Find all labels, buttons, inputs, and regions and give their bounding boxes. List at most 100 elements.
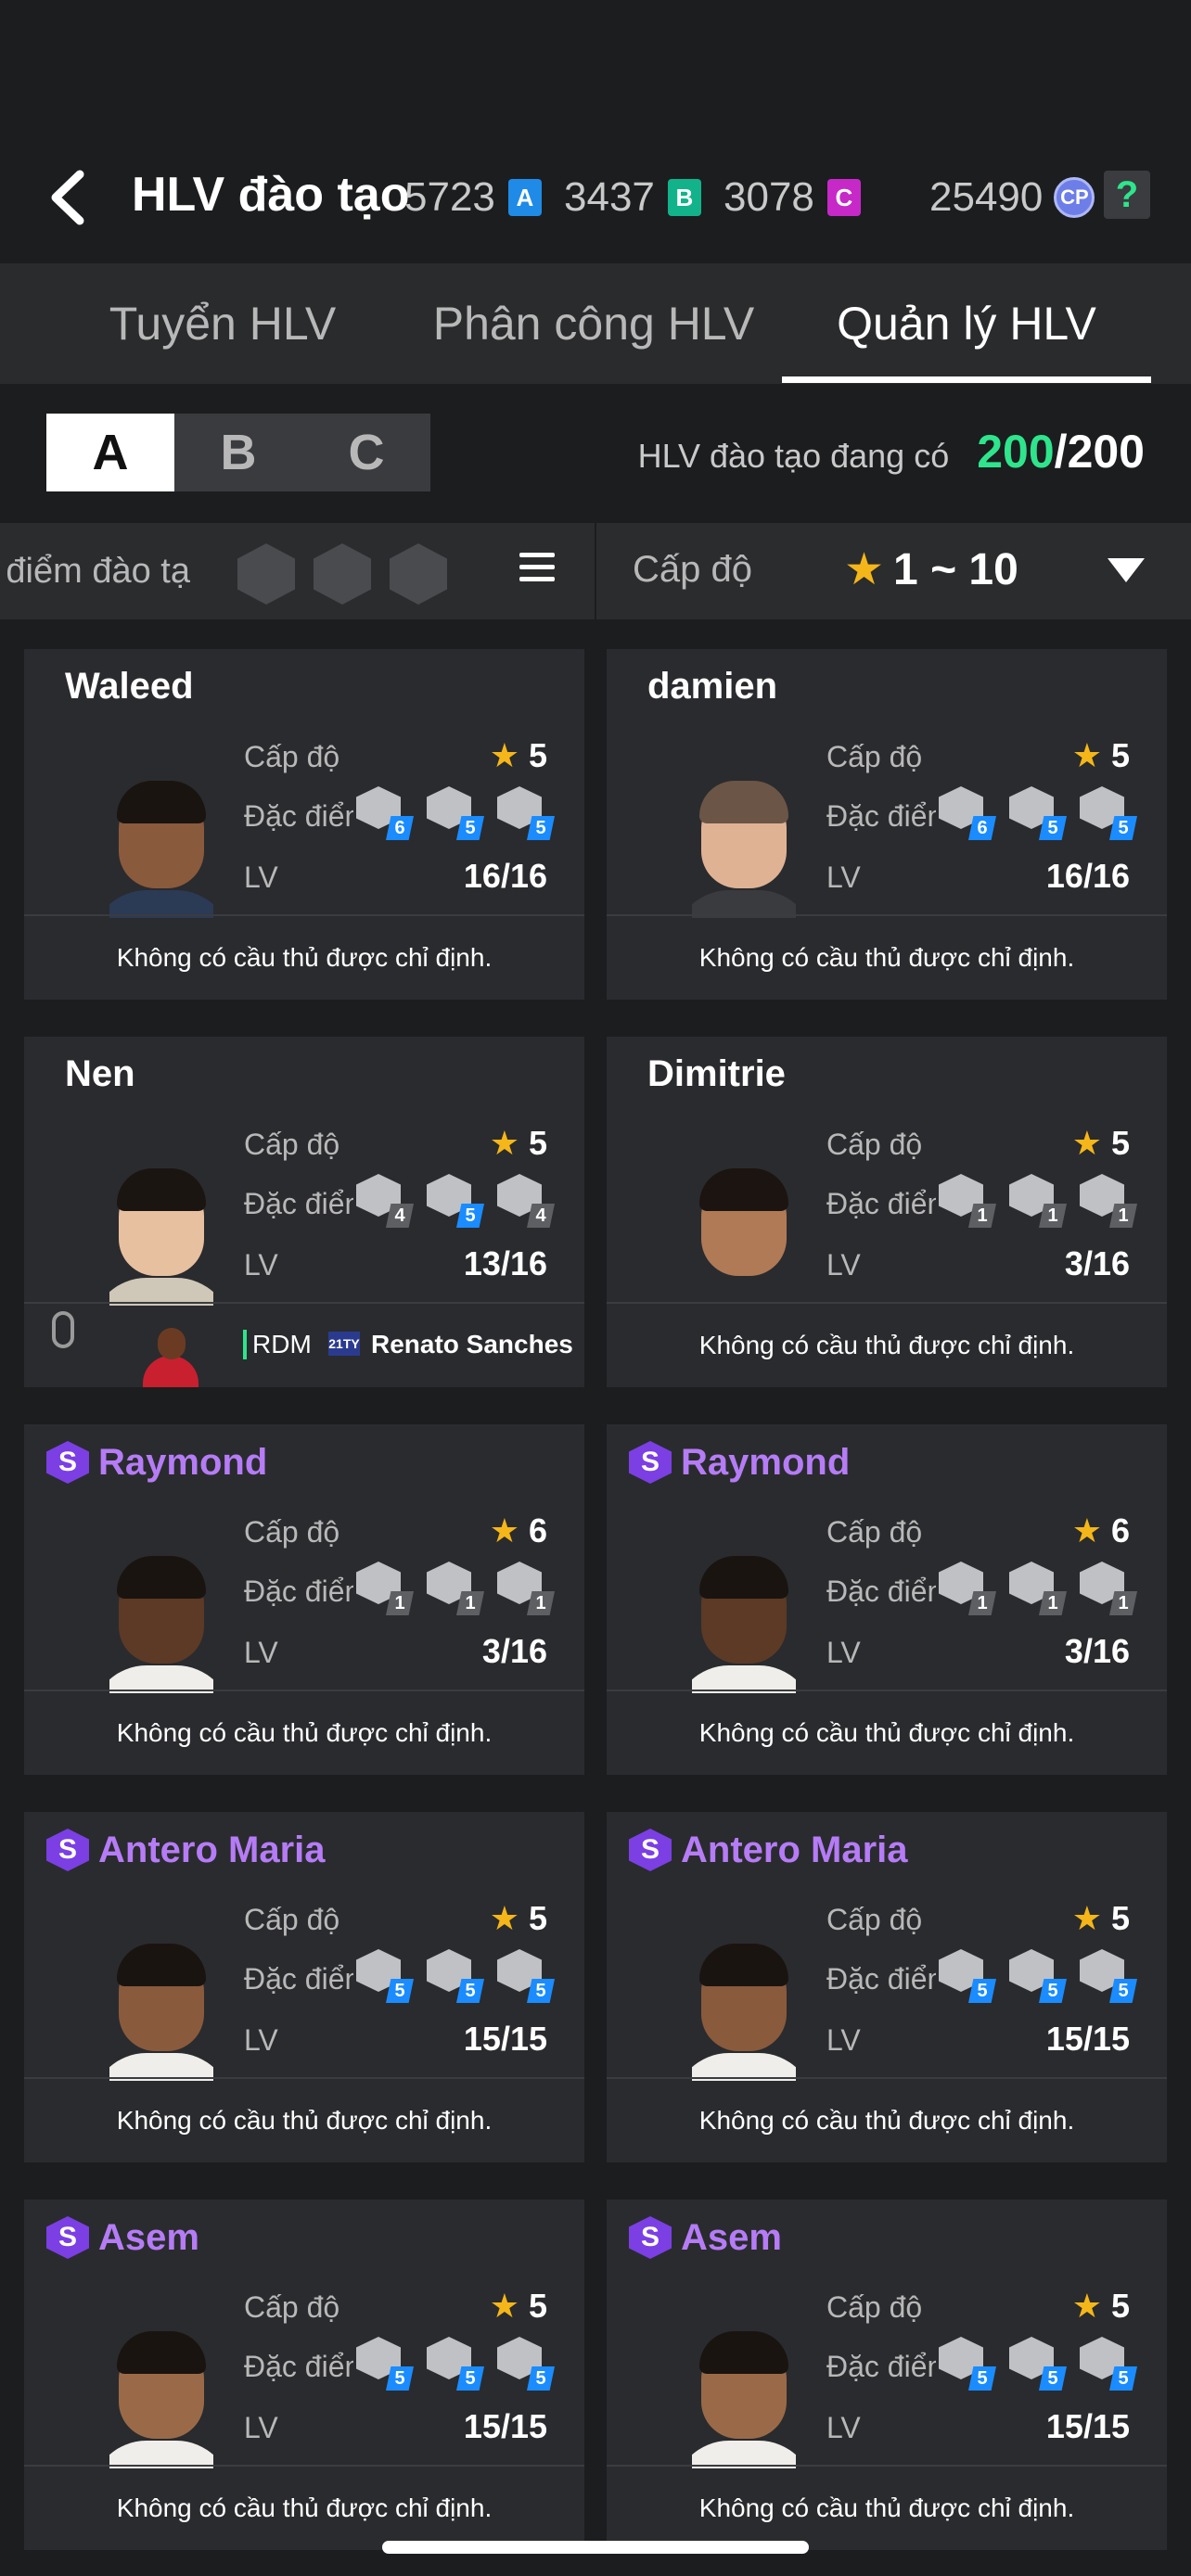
coach-lv: 3/16	[1064, 1632, 1130, 1670]
player-position: RDM	[243, 1330, 312, 1359]
special-coach-badge-icon: S	[629, 1829, 672, 1871]
trait-icon: 5	[1009, 1949, 1067, 2003]
coach-card[interactable]: SRaymond Cấp độ ★ 6 Đặc điểm 1 1 1 LV 3/…	[607, 1424, 1167, 1775]
level-label: Cấp độ	[244, 1128, 340, 1161]
currency-a-icon: A	[507, 179, 542, 216]
trait-icon: 1	[497, 1562, 555, 1615]
level-label: Cấp độ	[826, 1515, 923, 1549]
coach-card[interactable]: Waleed Cấp độ ★ 5 Đặc điểm 6 5 5 LV 16/1…	[24, 649, 584, 1000]
tab-assign-coach[interactable]: Phân công HLV	[417, 263, 770, 384]
special-coach-badge-icon: S	[46, 2216, 89, 2259]
coach-avatar	[692, 1552, 796, 1693]
group-b-button[interactable]: B	[174, 414, 302, 491]
trait-icon: 1	[939, 1562, 996, 1615]
trait-label: Đặc điểm	[244, 1575, 353, 1608]
coach-stars: ★ 5	[1072, 736, 1130, 775]
coach-lv: 13/16	[463, 1244, 547, 1282]
coach-star-value: 5	[1110, 1899, 1130, 1937]
capacity-separator: /	[1054, 426, 1068, 478]
back-button[interactable]	[37, 165, 102, 230]
trait-icons: 4 5 4	[356, 1174, 555, 1228]
trait-filter-slot-2[interactable]	[314, 543, 371, 605]
filter-bar: điểm đào tạ Cấp độ ★ 1 ~ 10	[0, 523, 1191, 619]
lv-label: LV	[244, 2023, 278, 2057]
trait-label: Đặc điểm	[244, 2350, 353, 2383]
coach-name-text: Dimitrie	[647, 1053, 786, 1094]
coach-card[interactable]: Dimitrie Cấp độ ★ 5 Đặc điểm 1 1 1 LV 3/…	[607, 1037, 1167, 1387]
no-player-text: Không có cầu thủ được chỉ định.	[698, 2106, 1075, 2135]
level-range[interactable]: ★ 1 ~ 10	[844, 543, 1018, 595]
currency-a-amount: 5723	[404, 174, 495, 220]
tab-manage-coach[interactable]: Quản lý HLV	[782, 263, 1151, 384]
menu-icon[interactable]	[519, 553, 555, 590]
trait-label: Đặc điểm	[826, 1575, 936, 1608]
star-icon: ★	[489, 2287, 519, 2325]
dropdown-arrow-icon[interactable]	[1108, 558, 1145, 582]
trait-icon: 5	[427, 2337, 484, 2391]
cp-amount: 25490	[929, 174, 1044, 220]
trait-icon: 1	[356, 1562, 414, 1615]
player-name: Renato Sanches	[371, 1330, 573, 1358]
trait-icon: 5	[427, 1949, 484, 2003]
tab-recruit-coach[interactable]: Tuyển HLV	[46, 263, 399, 384]
coach-name-text: Asem	[681, 2216, 782, 2258]
group-c-button[interactable]: C	[302, 414, 430, 491]
coach-card[interactable]: SRaymond Cấp độ ★ 6 Đặc điểm 1 1 1 LV 3/…	[24, 1424, 584, 1775]
coach-name: Dimitrie	[647, 1053, 786, 1095]
trait-icons: 5 5 5	[356, 2337, 555, 2391]
coach-avatar	[692, 2327, 796, 2468]
no-player-text: Không có cầu thủ được chỉ định.	[116, 943, 493, 972]
star-icon: ★	[1071, 1124, 1102, 1162]
level-filter-label: Cấp độ	[633, 549, 752, 590]
coach-avatar	[109, 1165, 213, 1306]
lv-label: LV	[826, 2023, 861, 2057]
trait-icon: 5	[1080, 1949, 1137, 2003]
trait-icon: 1	[427, 1562, 484, 1615]
trait-icon: 5	[1080, 2337, 1137, 2391]
coach-capacity: HLV đào tạo đang có 200 / 200	[638, 425, 1145, 478]
group-a-button[interactable]: A	[46, 414, 174, 491]
coach-card[interactable]: SAntero Maria Cấp độ ★ 5 Đặc điểm 5 5 5 …	[24, 1812, 584, 2162]
coach-name-text: Asem	[98, 2216, 199, 2258]
currency-b-amount: 3437	[564, 174, 655, 220]
coach-name-text: Raymond	[681, 1441, 851, 1483]
capacity-label: HLV đào tạo đang có	[637, 437, 950, 475]
coach-star-value: 5	[528, 2287, 547, 2325]
trait-icon: 5	[427, 1174, 484, 1228]
coach-card[interactable]: damien Cấp độ ★ 5 Đặc điểm 6 5 5 LV 16/1…	[607, 649, 1167, 1000]
trait-filter-slot-3[interactable]	[390, 543, 447, 605]
coach-card[interactable]: SAsem Cấp độ ★ 5 Đặc điểm 5 5 5 LV 15/15…	[607, 2200, 1167, 2550]
status-bar	[0, 0, 1191, 139]
currency-b: 3437 B	[564, 174, 701, 221]
coach-name: S Antero Maria	[629, 1829, 908, 1871]
lv-label: LV	[244, 1248, 278, 1282]
trait-icons: 6 5 5	[356, 786, 555, 840]
coach-avatar	[692, 777, 796, 918]
currency-c-icon: C	[826, 179, 861, 216]
no-player-text: Không có cầu thủ được chỉ định.	[698, 2493, 1075, 2522]
coach-card[interactable]: Nen Cấp độ ★ 5 Đặc điểm 4 5 4 LV 13/16	[24, 1037, 584, 1387]
assigned-player[interactable]: RDM 21TY Renato Sanches	[24, 1304, 584, 1387]
level-label: Cấp độ	[826, 1903, 923, 1936]
coach-lv: 15/15	[1045, 2020, 1130, 2058]
trait-filter-label[interactable]: điểm đào tạ	[0, 523, 190, 619]
coach-card[interactable]: SAsem Cấp độ ★ 5 Đặc điểm 5 5 5 LV 15/15…	[24, 2200, 584, 2550]
coach-stars: ★ 5	[1072, 1124, 1130, 1163]
season-icon: 21TY	[328, 1332, 360, 1356]
star-icon: ★	[489, 1899, 519, 1937]
lv-label: LV	[826, 861, 861, 894]
level-label: Cấp độ	[826, 740, 923, 773]
special-coach-badge-icon: S	[629, 1441, 672, 1484]
trait-icons: 5 5 5	[356, 1949, 555, 2003]
coach-name-text: damien	[647, 666, 778, 707]
active-tab-indicator	[782, 376, 1151, 383]
trait-icons: 5 5 5	[939, 1949, 1137, 2003]
coach-avatar	[109, 777, 213, 918]
coach-card[interactable]: SAntero Maria Cấp độ ★ 5 Đặc điểm 5 5 5 …	[607, 1812, 1167, 2162]
currency-a: 5723 A	[404, 174, 542, 221]
trait-filter-slot-1[interactable]	[237, 543, 295, 605]
coach-star-value: 6	[528, 1511, 547, 1549]
trait-icon: 6	[356, 786, 414, 840]
help-button[interactable]: ?	[1104, 171, 1150, 219]
coach-avatar	[109, 1552, 213, 1693]
